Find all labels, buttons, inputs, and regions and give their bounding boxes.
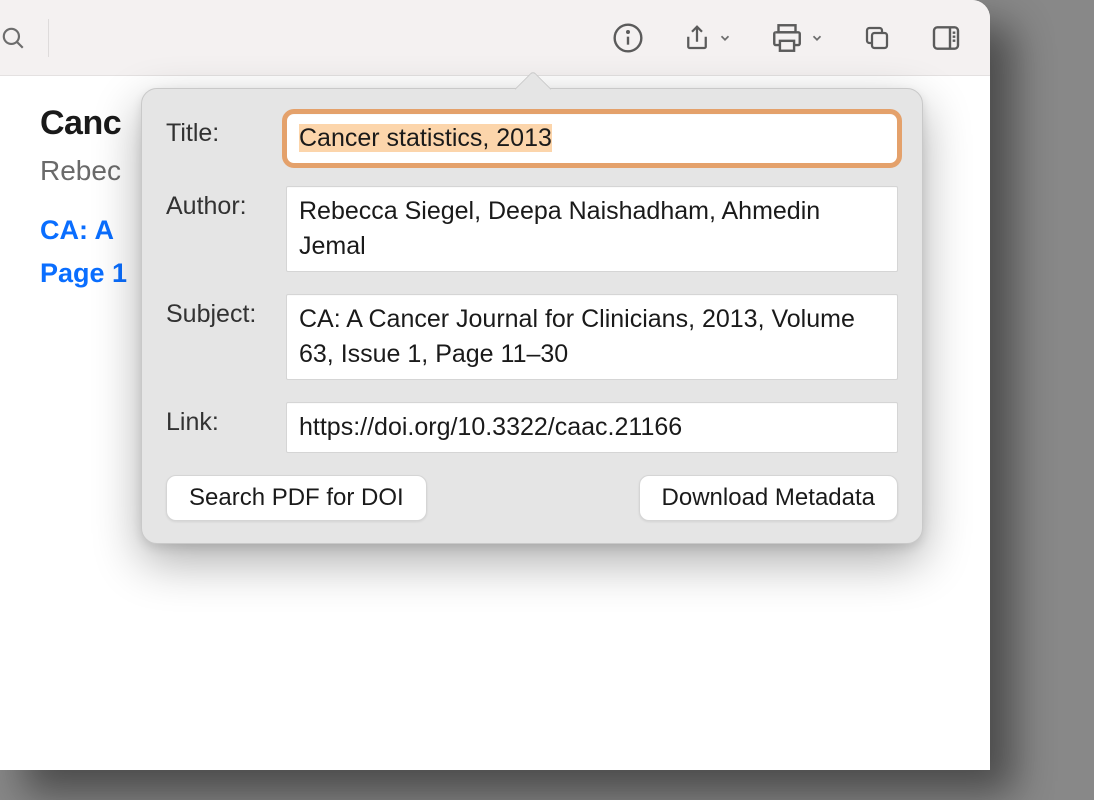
- app-window: Canc Rebec CA: A Page 1 Title: Cancer st…: [0, 0, 990, 770]
- sidebar-icon: [930, 22, 962, 54]
- share-button[interactable]: [682, 18, 732, 58]
- title-field-text-selection: Cancer statistics, 2013: [299, 124, 552, 152]
- toolbar-divider: [48, 19, 49, 57]
- metadata-popover: Title: Cancer statistics, 2013 Author: R…: [141, 88, 923, 544]
- chevron-down-icon: [810, 31, 824, 45]
- subject-label: Subject:: [166, 294, 286, 329]
- link-label: Link:: [166, 402, 286, 437]
- title-field[interactable]: Cancer statistics, 2013: [286, 113, 898, 164]
- print-button[interactable]: [770, 18, 824, 58]
- print-icon: [770, 21, 804, 55]
- sidebar-toggle-button[interactable]: [930, 18, 962, 58]
- copy-icon: [862, 23, 892, 53]
- info-button[interactable]: [612, 18, 644, 58]
- copy-button[interactable]: [862, 18, 892, 58]
- author-label: Author:: [166, 186, 286, 221]
- download-metadata-button[interactable]: Download Metadata: [639, 475, 898, 521]
- link-field[interactable]: https://doi.org/10.3322/caac.21166: [286, 402, 898, 453]
- author-field[interactable]: Rebecca Siegel, Deepa Naishadham, Ahmedi…: [286, 186, 898, 272]
- toolbar: [0, 0, 990, 76]
- info-icon: [612, 22, 644, 54]
- subject-field[interactable]: CA: A Cancer Journal for Clinicians, 201…: [286, 294, 898, 380]
- search-pdf-for-doi-button[interactable]: Search PDF for DOI: [166, 475, 427, 521]
- share-icon: [682, 23, 712, 53]
- chevron-down-icon: [718, 31, 732, 45]
- title-label: Title:: [166, 113, 286, 148]
- search-icon[interactable]: [0, 18, 48, 58]
